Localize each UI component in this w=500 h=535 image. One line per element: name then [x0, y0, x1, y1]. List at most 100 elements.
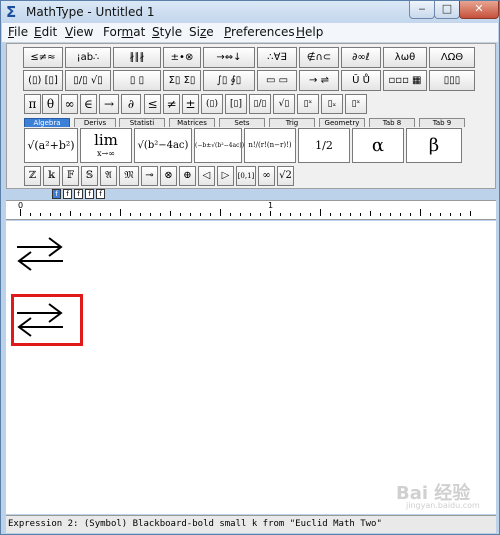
alpha-template-button[interactable]: α: [352, 128, 404, 163]
tab-sets[interactable]: Sets: [219, 118, 265, 127]
maximize-button[interactable]: □: [434, 1, 460, 19]
summation-palette-button[interactable]: Σ▯ Σ▯: [163, 70, 201, 91]
subsup-template-button[interactable]: ▯ˣ: [345, 94, 367, 114]
minimize-button[interactable]: ‒: [409, 1, 435, 19]
pythagoras-template-button[interactable]: √(a²+b²): [24, 128, 78, 163]
size-symbol-button[interactable]: f: [85, 189, 94, 199]
subscript-palette-button[interactable]: ▯ ▯: [113, 70, 161, 91]
brackets-template-button[interactable]: [▯]: [225, 94, 247, 114]
discriminant-template-button[interactable]: √(b²−4ac): [134, 128, 192, 163]
bars-palette-button[interactable]: ▭ ▭: [257, 70, 297, 91]
sqrt-two-button[interactable]: √2: [277, 166, 294, 186]
bbb-s-button[interactable]: 𝕊: [81, 166, 98, 186]
operators-palette-button[interactable]: ±•⊗: [163, 47, 201, 68]
arrows-palette-button[interactable]: →⇔↓: [203, 47, 255, 68]
bbb-k-button[interactable]: 𝕜: [43, 166, 60, 186]
title-bar[interactable]: Σ MathType - Untitled 1 ‒ □ ✕: [1, 1, 499, 23]
ruler-tick: [80, 213, 81, 216]
infinity-button[interactable]: ∞: [258, 166, 275, 186]
greek-upper-palette-button[interactable]: ΛΩΘ: [429, 47, 475, 68]
tab-9[interactable]: Tab 9: [419, 118, 465, 127]
size-full-button[interactable]: f: [52, 189, 61, 199]
spaces-palette-button[interactable]: ¡ab∴: [65, 47, 111, 68]
ruler: 0 1: [6, 200, 496, 220]
integrals-palette-button[interactable]: ∫▯ ∮▯: [203, 70, 255, 91]
tab-algebra[interactable]: Algebra: [24, 118, 70, 127]
ruler-tick: [210, 213, 211, 216]
embellishments-palette-button[interactable]: ∦∥∦: [113, 47, 161, 68]
neq-symbol-button[interactable]: ≠: [163, 94, 180, 114]
partial-symbol-button[interactable]: ∂: [121, 94, 141, 114]
menu-file[interactable]: File: [8, 25, 28, 39]
size-subsub-button[interactable]: f: [74, 189, 83, 199]
logic-palette-button[interactable]: ∴∀∃: [257, 47, 297, 68]
ruler-tick: [270, 211, 271, 216]
tab-geometry[interactable]: Geometry: [319, 118, 365, 127]
tab-trig[interactable]: Trig: [269, 118, 315, 127]
limit-subscript: x→∞: [97, 149, 115, 158]
limit-template-button[interactable]: lim x→∞: [80, 128, 132, 163]
ruler-tick: [390, 213, 391, 216]
misc-symbols-palette-button[interactable]: ∂∞ℓ: [341, 47, 381, 68]
ruler-tick: [140, 213, 141, 216]
tab-matrices[interactable]: Matrices: [169, 118, 215, 127]
mathtype-window: Σ MathType - Untitled 1 ‒ □ ✕ File Edit …: [0, 0, 500, 535]
bbb-z-button[interactable]: ℤ: [24, 166, 41, 186]
ruler-tick: [20, 209, 21, 216]
sets-palette-button[interactable]: ∉∩⊂: [299, 47, 339, 68]
combination-template-button[interactable]: n!/(r!(n−r)!): [244, 128, 296, 163]
infinity-symbol-button[interactable]: ∞: [61, 94, 78, 114]
size-sub-button[interactable]: f: [63, 189, 72, 199]
right-triangle-button[interactable]: ▷: [217, 166, 234, 186]
matrices-palette-button[interactable]: ▫▫▫ ▦: [383, 70, 427, 91]
document-area[interactable]: [6, 221, 496, 514]
fences-palette-button[interactable]: (▯) [▯]: [23, 70, 63, 91]
tab-8[interactable]: Tab 8: [369, 118, 415, 127]
superscript-template-button[interactable]: ▯ˣ: [297, 94, 319, 114]
fractions-radicals-palette-button[interactable]: ▯/▯ √▯: [65, 70, 111, 91]
tab-derivs[interactable]: Derivs: [74, 118, 116, 127]
menu-edit[interactable]: Edit: [34, 25, 57, 39]
products-palette-button[interactable]: Ū Ů: [341, 70, 381, 91]
fraktur-m-button[interactable]: 𝔐: [119, 166, 139, 186]
ruler-tick: [290, 213, 291, 216]
ruler-tick: [280, 213, 281, 216]
half-fraction-template-button[interactable]: 1/2: [298, 128, 350, 163]
greek-lower-palette-button[interactable]: λωθ: [383, 47, 427, 68]
multimap-button[interactable]: ⊸: [141, 166, 158, 186]
menu-help[interactable]: Help: [296, 25, 323, 39]
otimes-button[interactable]: ⊗: [160, 166, 177, 186]
boxes-palette-button[interactable]: ▯▯▯: [429, 70, 475, 91]
menu-view[interactable]: View: [65, 25, 93, 39]
bbb-f-button[interactable]: 𝔽: [62, 166, 79, 186]
menu-style[interactable]: Style: [152, 25, 182, 39]
fraktur-a-button[interactable]: 𝔄: [100, 166, 117, 186]
size-subsymbol-button[interactable]: f: [96, 189, 105, 199]
tab-statistics[interactable]: Statisti: [119, 118, 165, 127]
quadratic-formula-template-button[interactable]: (−b±√(b²−4ac))/2a: [194, 128, 254, 163]
beta-template-button[interactable]: β: [406, 128, 462, 163]
plusminus-symbol-button[interactable]: ±: [182, 94, 199, 114]
menu-size[interactable]: Size: [189, 25, 214, 39]
menu-format[interactable]: Format: [103, 25, 145, 39]
left-triangle-button[interactable]: ◁: [198, 166, 215, 186]
interval-button[interactable]: [0,1]: [236, 166, 256, 186]
oplus-button[interactable]: ⊕: [179, 166, 196, 186]
arrow-symbol-button[interactable]: →: [99, 94, 119, 114]
ruler-tick: [250, 213, 251, 216]
labeled-arrows-palette-button[interactable]: → ⇌: [299, 70, 339, 91]
relations-palette-button[interactable]: ≤≠≈: [23, 47, 63, 68]
theta-symbol-button[interactable]: θ: [42, 94, 59, 114]
close-button[interactable]: ✕: [459, 1, 499, 19]
leq-symbol-button[interactable]: ≤: [144, 94, 161, 114]
subscript-template-button[interactable]: ▯ₓ: [321, 94, 343, 114]
parens-template-button[interactable]: (▯): [201, 94, 223, 114]
sqrt-template-button[interactable]: √▯: [273, 94, 295, 114]
sigma-app-icon: Σ: [6, 3, 17, 21]
fraction-template-button[interactable]: ▯/▯: [249, 94, 271, 114]
ruler-tick: [450, 213, 451, 216]
pi-symbol-button[interactable]: π: [24, 94, 41, 114]
left-right-harpoon-arrows-1[interactable]: [15, 233, 65, 273]
element-of-symbol-button[interactable]: ∈: [80, 94, 97, 114]
menu-preferences[interactable]: Preferences: [224, 25, 295, 39]
